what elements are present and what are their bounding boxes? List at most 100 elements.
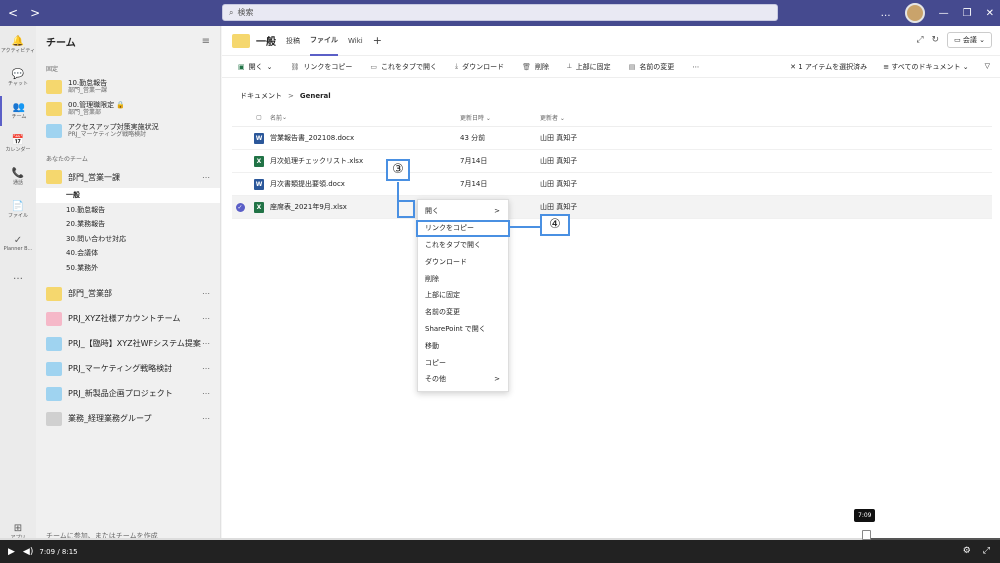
more-icon[interactable]: ⋯ — [202, 364, 210, 373]
checkmark-icon[interactable]: ✓ — [235, 202, 245, 212]
modified-column-header[interactable]: 更新日時 ⌄ — [460, 113, 540, 122]
expand-icon[interactable]: ⤢ — [916, 35, 923, 45]
avatar[interactable] — [904, 3, 925, 23]
selection-count[interactable]: ✕ 1 アイテムを選択済み — [790, 62, 867, 72]
modified-by-column-header[interactable]: 更新者 ⌄ — [540, 113, 660, 122]
channel-item[interactable]: 40.会議体 — [36, 246, 220, 261]
download-button[interactable]: ⤓ ダウンロード — [455, 62, 504, 72]
meet-button[interactable]: ▭ 会議 ⌄ — [947, 32, 992, 48]
tab-posts[interactable]: 投稿 — [286, 26, 300, 56]
team-name: 部門_営業一課 — [68, 87, 108, 94]
team-item[interactable]: PRJ_XYZ社様アカウントチーム ⋯ — [36, 306, 220, 331]
team-item[interactable]: PRJ_【臨時】XYZ社WFシステム提案 ⋯ — [36, 331, 220, 356]
tab-files[interactable]: ファイル — [310, 26, 338, 56]
menu-item-open-sharepoint[interactable]: SharePoint で開く — [418, 321, 508, 338]
rail-calendar[interactable]: 📅 カレンダー — [0, 129, 36, 159]
tab-icon: ▭ — [370, 62, 378, 71]
team-name: 部門_営業部 — [68, 289, 112, 298]
pinned-channel[interactable]: アクセスアップ対策実施状況 PRJ_マーケティング戦略検討 — [36, 120, 220, 142]
scrub-handle[interactable] — [862, 530, 871, 540]
team-item[interactable]: 業務_経理業務グループ ⋯ — [36, 406, 220, 431]
menu-item-pin[interactable]: 上部に固定 — [418, 287, 508, 304]
team-item[interactable]: 部門_営業部 ⋯ — [36, 281, 220, 306]
team-item[interactable]: PRJ_マーケティング戦略検討 ⋯ — [36, 356, 220, 381]
rail-files[interactable]: 📄 ファイル — [0, 195, 36, 225]
file-name[interactable]: 営業報告書_202108.docx — [270, 133, 430, 143]
filter-icon[interactable]: ≡ — [202, 36, 210, 47]
more-actions-button[interactable]: ⋯ — [692, 63, 699, 71]
pinned-channel[interactable]: 00.管理職限定 🔒 部門_営業部 — [36, 98, 220, 120]
table-row[interactable]: W 営業報告書_202108.docx 43 分前 山田 真知子 — [232, 127, 992, 150]
menu-item-add-tab[interactable]: これをタブで開く — [418, 237, 508, 254]
more-icon[interactable]: ⋯ — [202, 414, 210, 423]
team-icon — [46, 386, 62, 401]
rail-more[interactable]: … — [0, 261, 36, 291]
name-column-header[interactable]: 名前 ⌄ — [270, 113, 430, 122]
menu-item-open[interactable]: 開く > — [418, 203, 508, 220]
close-icon[interactable]: ✕ — [986, 8, 994, 19]
file-type-icon: ▢ — [256, 114, 262, 121]
channel-item[interactable]: 30.問い合わせ対応 — [36, 232, 220, 247]
pin-button[interactable]: ⟂ 上部に固定 — [567, 62, 611, 72]
rail-label: アクティビティ — [0, 48, 36, 54]
team-icon — [46, 124, 62, 138]
view-label: すべてのドキュメント — [891, 63, 961, 71]
view-dropdown[interactable]: ≡ すべてのドキュメント ⌄ — [883, 62, 968, 72]
rename-button[interactable]: ▤ 名前の変更 — [629, 62, 675, 72]
rail-activity[interactable]: 🔔 アクティビティ — [0, 30, 36, 60]
delete-button[interactable]: 🗑 削除 — [522, 62, 549, 72]
menu-item-delete[interactable]: 削除 — [418, 270, 508, 287]
add-as-tab-button[interactable]: ▭ これをタブで開く — [370, 62, 437, 72]
channel-item[interactable]: 20.業務報告 — [36, 217, 220, 232]
menu-item-download[interactable]: ダウンロード — [418, 253, 508, 270]
channel-item[interactable]: 10.勤怠報告 — [36, 203, 220, 218]
more-icon[interactable]: ⋯ — [202, 314, 210, 323]
more-icon: … — [13, 270, 23, 282]
open-button[interactable]: ▣ 開く ⌄ — [238, 62, 273, 72]
add-tab-icon[interactable]: + — [373, 26, 382, 56]
volume-icon[interactable]: ◀) — [23, 547, 33, 557]
close-icon: ✕ — [790, 63, 799, 71]
forward-arrow-icon[interactable]: > — [30, 6, 40, 20]
team-item[interactable]: PRJ_新製品企画プロジェクト ⋯ — [36, 381, 220, 406]
more-icon[interactable]: ⋯ — [202, 289, 210, 298]
filter-icon[interactable]: ▽ — [985, 62, 990, 72]
restore-icon[interactable]: ❐ — [963, 8, 972, 19]
menu-item-copy-link[interactable]: リンクをコピー — [416, 219, 510, 237]
channel-item[interactable]: 50.業務外 — [36, 261, 220, 276]
breadcrumb-root[interactable]: ドキュメント — [240, 91, 282, 101]
play-icon[interactable]: ▶ — [8, 547, 15, 557]
more-icon[interactable]: ⋯ — [202, 339, 210, 348]
search-input[interactable]: ⌕ 検索 — [222, 4, 778, 21]
menu-item-rename[interactable]: 名前の変更 — [418, 304, 508, 321]
rail-chat[interactable]: 💬 チャット — [0, 63, 36, 93]
table-row[interactable]: ✓ X 座席表_2021年9月.xlsx ⋮ 7月14日 山田 真知子 — [232, 196, 992, 219]
tab-wiki[interactable]: Wiki — [348, 26, 363, 56]
fullscreen-icon[interactable]: ⤢ — [983, 546, 990, 556]
copy-link-button[interactable]: ⛓ リンクをコピー — [291, 62, 353, 72]
download-icon: ⤓ — [455, 62, 459, 70]
channel-item[interactable]: 一般 — [36, 188, 220, 203]
menu-item-copy[interactable]: コピー — [418, 354, 508, 371]
menu-label: 上部に固定 — [425, 291, 460, 300]
team-item[interactable]: 部門_営業一課 ⋯ — [36, 166, 220, 188]
pinned-channel[interactable]: 10.勤怠報告 部門_営業一課 — [36, 76, 220, 98]
refresh-icon[interactable]: ↻ — [932, 35, 940, 45]
menu-item-more[interactable]: その他 > — [418, 371, 508, 388]
more-icon[interactable]: ⋯ — [202, 173, 210, 182]
rail-calls[interactable]: 📞 通話 — [0, 162, 36, 192]
rail-planner[interactable]: ✓ Planner B... — [0, 228, 36, 258]
menu-item-move[interactable]: 移動 — [418, 337, 508, 354]
minimize-icon[interactable]: — — [939, 8, 949, 19]
table-row[interactable]: W 月次書類提出要領.docx 7月14日 山田 真知子 — [232, 173, 992, 196]
modified-date: 43 分前 — [460, 134, 486, 142]
menu-label: 削除 — [425, 274, 439, 283]
more-options-icon[interactable]: … — [881, 8, 891, 19]
settings-icon[interactable]: ⚙ — [963, 546, 971, 556]
table-row[interactable]: X 月次処理チェックリスト.xlsx 7月14日 山田 真知子 — [232, 150, 992, 173]
more-icon[interactable]: ⋯ — [202, 389, 210, 398]
rail-teams[interactable]: 👥 チーム — [0, 96, 36, 126]
back-arrow-icon[interactable]: < — [8, 6, 18, 20]
tool-label: ダウンロード — [462, 62, 505, 71]
team-icon — [46, 336, 62, 351]
